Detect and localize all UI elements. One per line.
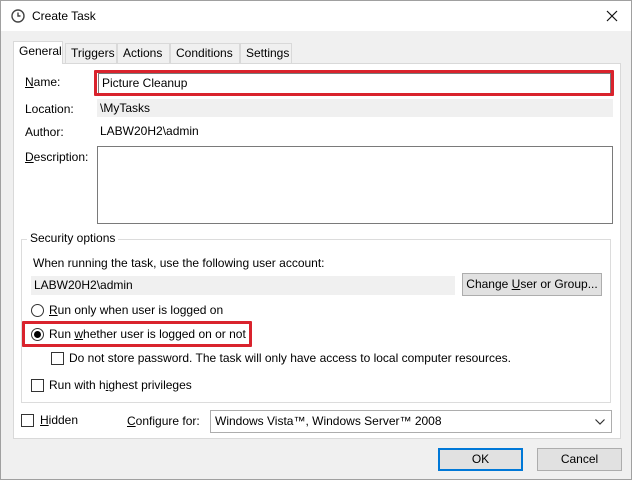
create-task-window: Create Task General Triggers Actions Con… <box>0 0 632 480</box>
tab-triggers[interactable]: Triggers <box>65 43 117 63</box>
run-whether-logged-on-radio[interactable] <box>31 328 44 341</box>
security-options-title: Security options <box>27 231 119 245</box>
hidden-label: Hidden <box>40 413 79 427</box>
tab-label: Triggers <box>71 46 115 60</box>
no-store-password-label: Do not store password. The task will onl… <box>69 351 511 365</box>
tab-general[interactable]: General <box>13 41 63 64</box>
description-label: Description: <box>25 150 89 164</box>
tab-label: General <box>19 44 62 58</box>
author-value: LABW20H2\admin <box>97 122 613 140</box>
location-value: \MyTasks <box>97 99 613 117</box>
highest-privileges-label: Run with highest privileges <box>49 378 192 392</box>
name-input[interactable]: Picture Cleanup <box>98 73 611 94</box>
author-text: LABW20H2\admin <box>100 124 199 138</box>
author-label: Author: <box>25 125 64 139</box>
configure-for-dropdown[interactable]: Windows Vista™, Windows Server™ 2008 <box>210 410 612 433</box>
tab-actions[interactable]: Actions <box>117 43 170 63</box>
user-account-field: LABW20H2\admin <box>31 276 455 295</box>
location-label: Location: <box>25 102 74 116</box>
highest-privileges-checkbox[interactable] <box>31 379 44 392</box>
run-whether-logged-on-label: Run whether user is logged on or not <box>49 327 246 341</box>
title-bar: Create Task <box>1 1 631 31</box>
location-text: \MyTasks <box>100 101 151 115</box>
close-icon <box>606 10 618 22</box>
chevron-down-icon <box>593 411 607 432</box>
run-only-logged-on-label: Run only when user is logged on <box>49 303 224 317</box>
change-user-label: Change User or Group... <box>466 277 598 291</box>
description-textarea[interactable] <box>97 146 613 224</box>
clock-icon <box>11 9 25 23</box>
no-store-password-checkbox[interactable] <box>51 352 64 365</box>
window-title: Create Task <box>32 9 96 23</box>
close-button[interactable] <box>601 5 623 27</box>
account-prompt: When running the task, use the following… <box>33 256 325 270</box>
radio-selected-dot <box>34 331 41 338</box>
user-account-text: LABW20H2\admin <box>34 278 133 292</box>
tab-label: Settings <box>246 46 290 60</box>
run-only-logged-on-radio[interactable] <box>31 304 44 317</box>
tab-label: Conditions <box>176 46 233 60</box>
hidden-checkbox[interactable] <box>21 414 34 427</box>
cancel-button[interactable]: Cancel <box>537 448 622 471</box>
name-label: Name: <box>25 75 61 89</box>
tab-settings[interactable]: Settings <box>240 43 292 63</box>
ok-button[interactable]: OK <box>438 448 523 471</box>
configure-for-value: Windows Vista™, Windows Server™ 2008 <box>215 414 442 428</box>
change-user-button[interactable]: Change User or Group... <box>462 273 602 296</box>
tab-label: Actions <box>123 46 163 60</box>
tab-conditions[interactable]: Conditions <box>170 43 240 63</box>
configure-for-label: Configure for: <box>127 414 200 428</box>
